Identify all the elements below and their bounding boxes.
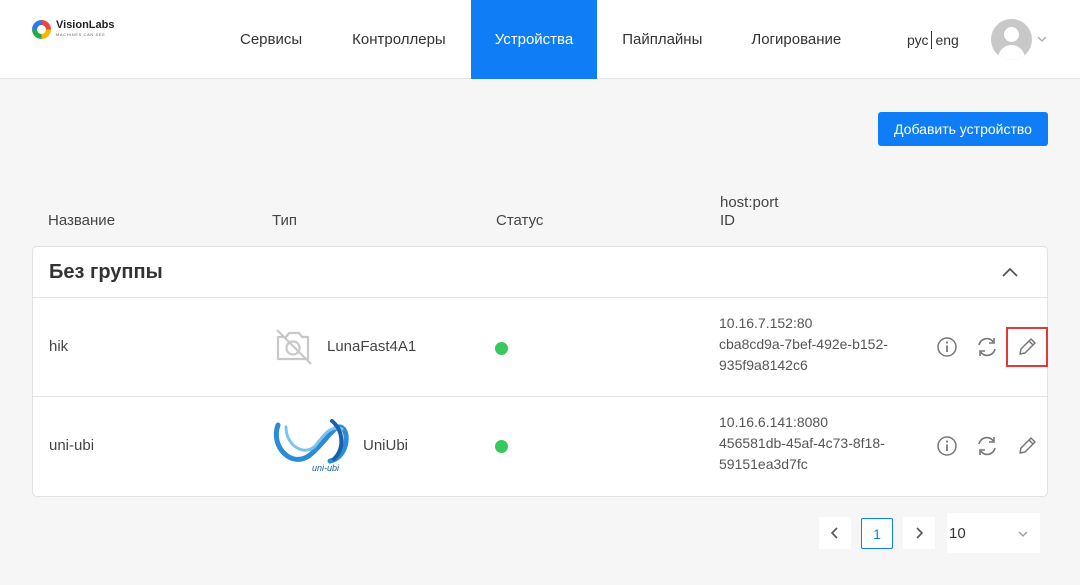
- device-id-line2: 59151ea3d7fc: [719, 456, 808, 472]
- nav-item-logging[interactable]: Логирование: [727, 0, 865, 79]
- chevron-down-icon: [1018, 531, 1028, 537]
- next-page-button[interactable]: [903, 517, 935, 549]
- chevron-up-icon[interactable]: [999, 264, 1021, 280]
- nav-item-pipelines[interactable]: Пайплайны: [597, 0, 727, 79]
- column-header-status: Статус: [496, 212, 544, 229]
- lang-en-option[interactable]: eng: [935, 32, 958, 48]
- group-title: Без группы: [49, 261, 163, 283]
- table-row[interactable]: hik LunaFast4A1 10.16.7.152:80 cba8cd9a-…: [33, 298, 1048, 396]
- page-size-select[interactable]: 10: [947, 513, 1040, 553]
- device-id-line1: 456581db-45af-4c73-8f18-: [719, 435, 885, 451]
- lang-separator: [931, 31, 933, 49]
- device-host: 10.16.6.141:8080: [719, 414, 828, 430]
- info-icon[interactable]: [935, 335, 959, 359]
- column-header-name: Название: [48, 212, 116, 229]
- edit-pencil-icon[interactable]: [1015, 434, 1039, 458]
- add-device-button[interactable]: Добавить устройство: [878, 112, 1048, 146]
- device-name: uni-ubi: [49, 437, 95, 454]
- no-camera-icon: [276, 329, 312, 365]
- device-group-card: Без группы hik LunaFast4A1 10.16.7.152:8…: [32, 246, 1048, 497]
- status-indicator: [495, 342, 508, 355]
- device-name: hik: [49, 338, 69, 355]
- logo-mark-icon: [32, 20, 51, 39]
- chevron-left-icon: [830, 527, 838, 539]
- chevron-down-icon[interactable]: [1036, 33, 1048, 45]
- column-header-host: host:port: [720, 194, 779, 211]
- nav-item-services[interactable]: Сервисы: [215, 0, 327, 79]
- edit-pencil-icon[interactable]: [1015, 335, 1039, 359]
- logo-tagline: MACHINES CAN SEE: [56, 32, 106, 37]
- uniubi-logo-text: uni-ubi: [312, 463, 340, 473]
- top-header: VisionLabs MACHINES CAN SEE Сервисы Конт…: [0, 0, 1080, 79]
- device-host: 10.16.7.152:80: [719, 315, 813, 331]
- column-header-id: ID: [720, 212, 735, 229]
- refresh-icon[interactable]: [975, 335, 999, 359]
- language-switcher: рус eng: [907, 31, 959, 49]
- nav-item-devices[interactable]: Устройства: [470, 0, 598, 79]
- refresh-icon[interactable]: [975, 434, 999, 458]
- uniubi-logo: uni-ubi: [273, 419, 349, 473]
- logo-name: VisionLabs: [56, 19, 115, 31]
- lang-ru-option[interactable]: рус: [907, 32, 928, 48]
- device-host-id: 10.16.6.141:8080 456581db-45af-4c73-8f18…: [719, 412, 919, 475]
- main-nav: Сервисы Контроллеры Устройства Пайплайны…: [215, 0, 865, 79]
- page-size-value: 10: [949, 525, 966, 542]
- user-avatar-icon[interactable]: [991, 19, 1032, 60]
- device-id-line2: 935f9a8142c6: [719, 357, 808, 373]
- table-row[interactable]: uni-ubi uni-ubi UniUbi 10.16.6.141:8080 …: [33, 397, 1047, 495]
- column-header-type: Тип: [272, 212, 298, 229]
- device-host-id: 10.16.7.152:80 cba8cd9a-7bef-492e-b152- …: [719, 313, 919, 376]
- status-indicator: [495, 440, 508, 453]
- device-type: UniUbi: [363, 437, 409, 454]
- info-icon[interactable]: [935, 434, 959, 458]
- device-id-line1: cba8cd9a-7bef-492e-b152-: [719, 336, 888, 352]
- current-page-button[interactable]: 1: [861, 518, 893, 549]
- chevron-right-icon: [916, 527, 924, 539]
- device-type: LunaFast4A1: [327, 338, 417, 355]
- visionlabs-logo[interactable]: VisionLabs MACHINES CAN SEE: [32, 19, 115, 41]
- prev-page-button[interactable]: [819, 517, 851, 549]
- nav-item-controllers[interactable]: Контроллеры: [327, 0, 471, 79]
